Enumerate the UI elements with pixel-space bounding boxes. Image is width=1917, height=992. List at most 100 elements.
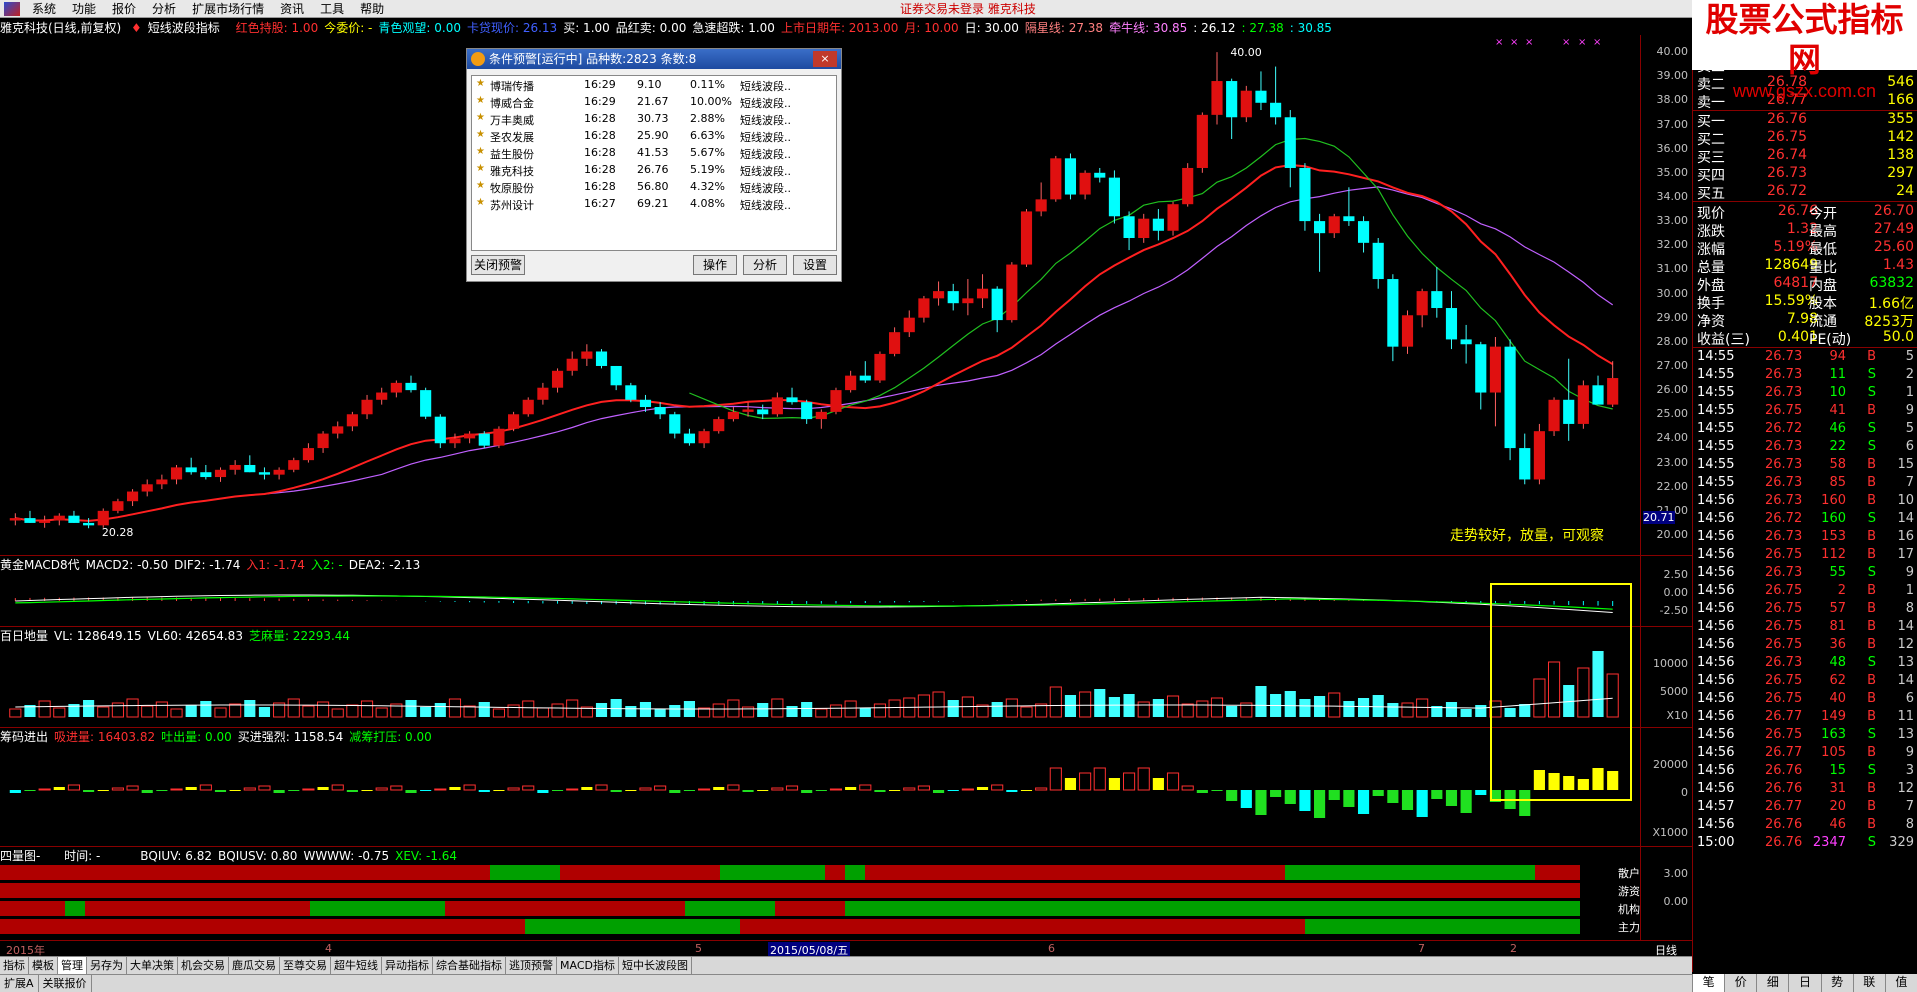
macd-value-2: 入1: -1.74 (246, 558, 305, 572)
chip-bar (390, 785, 403, 791)
menu-extended-market[interactable]: 扩展市场行情 (184, 0, 272, 17)
indicator-tab[interactable]: 至尊交易 (280, 957, 331, 974)
alert-row[interactable]: ★ 雅克科技 16:28 26.76 5.19% 短线波段.. (472, 161, 836, 178)
chip-bar (126, 785, 139, 791)
chip-bar (1152, 778, 1164, 790)
alert-row[interactable]: ★ 万丰奥威 16:28 30.73 2.88% 短线波段.. (472, 110, 836, 127)
indicator-value-1: 今委价: - (324, 21, 373, 35)
tick-cell: 14 (1897, 619, 1914, 634)
candle-body (1489, 346, 1502, 393)
alert-row[interactable]: ★ 益生股份 16:28 41.53 5.67% 短线波段.. (472, 144, 836, 161)
indicator-tab[interactable]: 短中长波段图 (619, 957, 692, 974)
alert-titlebar[interactable]: 条件预警[运行中] 品种数:2823 条数:8 × (467, 49, 841, 69)
quote-tab[interactable]: 势 (1820, 974, 1853, 992)
menu-quote[interactable]: 报价 (104, 0, 144, 17)
volume-bar (1460, 709, 1472, 717)
candle-body (786, 397, 798, 403)
candle-body (1167, 204, 1179, 231)
candle-body (1270, 102, 1282, 118)
analyze-button[interactable]: 分析 (743, 255, 787, 275)
indicator-tab[interactable]: 模板 (29, 957, 58, 974)
indicator-tab[interactable]: 鹿瓜交易 (229, 957, 280, 974)
chip-panel[interactable]: 筹码进出 吸进量: 16403.82 吐出量: 0.00 买进强烈: 1158.54 减… (0, 728, 1640, 846)
volume-bar (9, 708, 22, 718)
volume-bar (53, 707, 66, 718)
quote-tab[interactable]: 联 (1852, 974, 1885, 992)
alert-row[interactable]: ★ 博瑞传播 16:29 9.10 0.11% 短线波段.. (472, 76, 836, 93)
menu-system[interactable]: 系统 (24, 0, 64, 17)
indicator-tab[interactable]: 管理 (58, 957, 87, 974)
menu-news[interactable]: 资讯 (272, 0, 312, 17)
axis-tick: 10000 (1653, 657, 1688, 670)
indicator-tab[interactable]: 逃顶预警 (506, 957, 557, 974)
four-value-2: WWWW: -0.75 (303, 849, 390, 863)
tick-cell: B (1867, 529, 1876, 544)
tick-cell: 14:56 (1697, 619, 1735, 634)
indicator-tab[interactable]: 大单决策 (127, 957, 178, 974)
menu-tools[interactable]: 工具 (312, 0, 352, 17)
tick-cell: 26.72 (1765, 511, 1803, 526)
quote-tab[interactable]: 笔 (1692, 974, 1725, 992)
indicator-tab[interactable]: 异动指标 (382, 957, 433, 974)
four-header: 四量图- 时间: - BQIUV: 6.82 BQIUSV: 0.80 WWWW: … (0, 847, 469, 864)
chip-bar (757, 790, 769, 791)
status-extend[interactable]: 扩展A (0, 975, 39, 992)
tick-cell: 14:56 (1697, 583, 1735, 598)
alert-icon (471, 52, 485, 66)
indicator-tab[interactable]: 另存为 (87, 957, 127, 974)
close-alert-button[interactable]: 关闭预警 (471, 255, 525, 275)
axis-tick: 35.00 (1656, 165, 1689, 179)
alert-list[interactable]: ★ 博瑞传播 16:29 9.10 0.11% 短线波段.. ★ 博威合金 16:29 21.67… (471, 75, 837, 251)
candle-body (1475, 344, 1487, 393)
quote-tab[interactable]: 日 (1788, 974, 1821, 992)
four-quantity-panel[interactable]: 四量图- 时间: - BQIUV: 6.82 BQIUSV: 0.80 WWWW: … (0, 847, 1640, 940)
indicator-tab[interactable]: 综合基础指标 (433, 957, 506, 974)
candle-body (669, 414, 681, 434)
chip-label: 筹码进出 (0, 730, 49, 744)
menu-analysis[interactable]: 分析 (144, 0, 184, 17)
tick-cell: B (1867, 475, 1876, 490)
star-icon: ★ (476, 95, 485, 106)
indicator-name-label: 短线波段指标 (147, 21, 220, 35)
alert-row[interactable]: ★ 苏州设计 16:27 69.21 4.08% 短线波段.. (472, 195, 836, 212)
indicator-tab[interactable]: 机会交易 (178, 957, 229, 974)
candle-body (1196, 114, 1208, 168)
date-label-may: 5 (695, 942, 702, 955)
four-axis: 3.00 0.00 (1640, 847, 1692, 940)
indicator-tab[interactable]: MACD指标 (557, 957, 619, 974)
quote-tab[interactable]: 细 (1756, 974, 1789, 992)
menu-help[interactable]: 帮助 (352, 0, 392, 17)
indicator-name[interactable]: ♦ 短线波段指标 (131, 21, 226, 35)
alert-row[interactable]: ★ 牧原股份 16:28 56.80 4.32% 短线波段.. (472, 178, 836, 195)
tick-cell: 105 (1821, 745, 1846, 760)
operate-button[interactable]: 操作 (693, 255, 737, 275)
tick-cell: 160 (1821, 493, 1846, 508)
settings-button[interactable]: 设置 (793, 255, 837, 275)
stat-row: 总量 128649 量比 1.43 (1693, 257, 1917, 276)
candle-body (1152, 218, 1164, 231)
indicator-tab[interactable]: 超牛短线 (331, 957, 382, 974)
close-icon[interactable]: × (813, 51, 837, 67)
alert-row[interactable]: ★ 博威合金 16:29 21.67 10.00% 短线波段.. (472, 93, 836, 110)
condition-alert-window[interactable]: 条件预警[运行中] 品种数:2823 条数:8 × ★ 博瑞传播 16:29 9.10… (466, 48, 842, 282)
indicator-tab[interactable]: 指标 (0, 957, 29, 974)
tick-cell: 112 (1821, 547, 1846, 562)
stock-name[interactable]: 雅克科技(日线,前复权) (0, 21, 121, 35)
macd-panel[interactable]: 黄金MACD8代 MACD2: -0.50 DIF2: -1.74 入1: -1.74… (0, 556, 1640, 626)
tick-row: 14:56 26.75 57 B 8 (1693, 601, 1917, 619)
alert-row[interactable]: ★ 圣农发展 16:28 25.90 6.63% 短线波段.. (472, 127, 836, 144)
quote-tab[interactable]: 价 (1724, 974, 1757, 992)
status-linked-quote[interactable]: 关联报价 (39, 975, 92, 992)
star-marker: × (1495, 37, 1503, 48)
axis-tick: 40.00 (1656, 45, 1689, 59)
chip-bar (317, 787, 329, 790)
volume-panel[interactable]: 百日地量 VL: 128649.15 VL60: 42654.83 芝麻量: 2229… (0, 627, 1640, 727)
menu-function[interactable]: 功能 (64, 0, 104, 17)
quantity-segment (685, 901, 775, 916)
quote-tab[interactable]: 值 (1884, 974, 1917, 992)
tick-cell: 9 (1905, 403, 1914, 418)
volume-bar (1387, 703, 1399, 717)
tick-cell: 15 (1829, 763, 1846, 778)
tick-cell: 26.73 (1765, 385, 1803, 400)
chip-bar (214, 790, 227, 792)
